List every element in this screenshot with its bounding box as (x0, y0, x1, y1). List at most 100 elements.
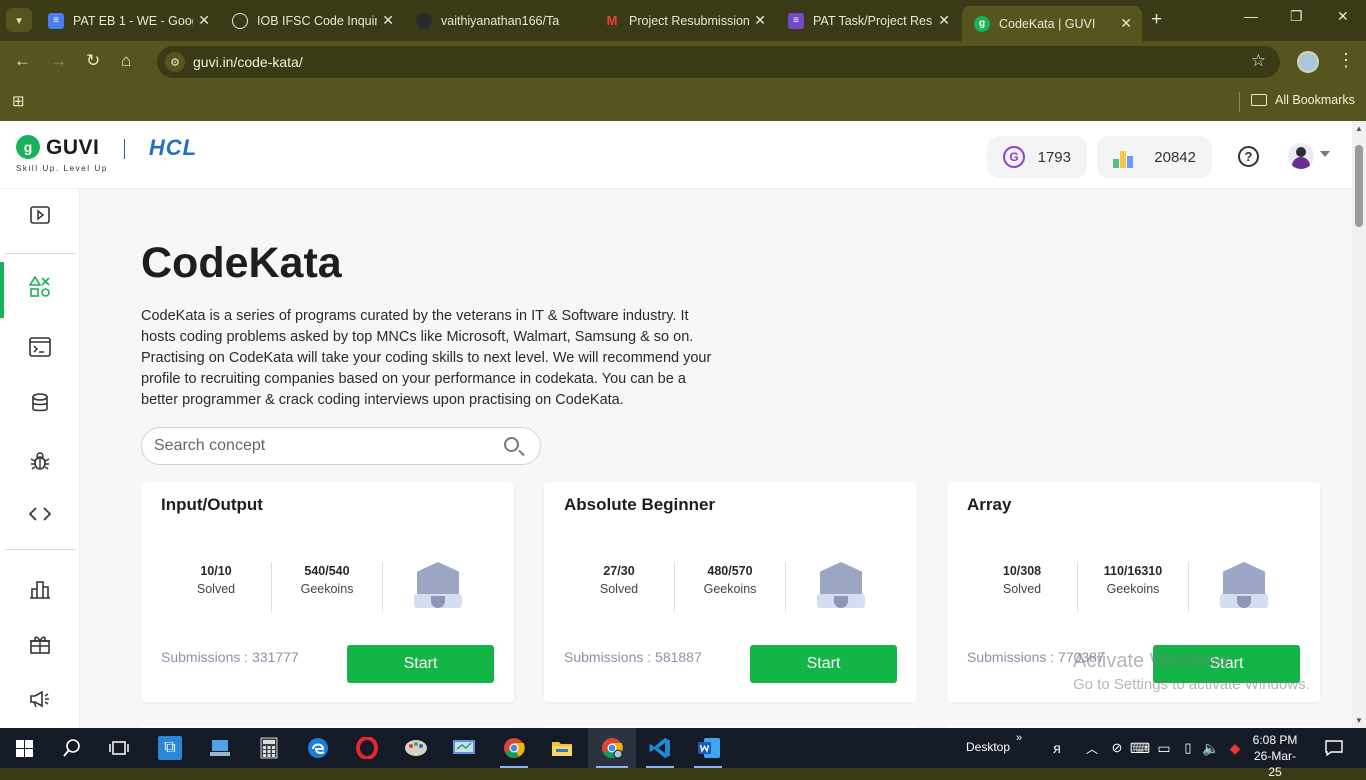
tab-codekata[interactable]: g CodeKata | GUVI ✕ (962, 6, 1142, 41)
tab-iob-ifsc[interactable]: IOB IFSC Code Inquiry ✕ (220, 6, 404, 35)
page-description: CodeKata is a series of programs curated… (141, 308, 712, 408)
main-content: CodeKata CodeKata is a series of program… (80, 189, 1352, 728)
people-icon[interactable]: ᴙ (1045, 736, 1069, 760)
vscode-icon[interactable] (648, 736, 672, 760)
help-icon[interactable]: ? (1238, 146, 1259, 167)
card-title: Absolute Beginner (564, 495, 716, 514)
url-text[interactable]: guvi.in/code-kata/ (193, 54, 303, 70)
scroll-down-arrow-icon[interactable]: ▼ (1355, 716, 1363, 725)
all-bookmarks-button[interactable]: All Bookmarks (1251, 93, 1355, 107)
close-icon[interactable]: ✕ (1120, 15, 1132, 32)
forward-icon[interactable]: → (50, 51, 67, 71)
geekoins-label: Geekoins (300, 582, 354, 596)
tab-search-button[interactable]: ▾ (6, 8, 32, 32)
system-clock[interactable]: 6:08 PM 26-Mar-25 (1249, 732, 1301, 780)
back-icon[interactable]: ← (14, 51, 31, 71)
chrome-profile-icon[interactable] (600, 736, 624, 760)
stat-divider (382, 562, 383, 612)
close-icon[interactable]: ✕ (198, 12, 210, 29)
calculator-icon[interactable] (257, 736, 281, 760)
close-icon[interactable]: ✕ (382, 12, 394, 29)
bookmark-star-icon[interactable]: ☆ (1251, 51, 1266, 71)
geekoins-stat: 480/570 Geekoins (675, 564, 785, 596)
geekoin-icon: G (1003, 146, 1025, 168)
keyboard-icon[interactable]: ⌨ (1128, 736, 1152, 760)
submissions-count: Submissions : 581887 (564, 649, 702, 665)
start-button[interactable]: Start (750, 645, 897, 683)
apps-grid-icon[interactable]: ⊞ (12, 92, 25, 110)
edge-icon[interactable] (306, 736, 330, 760)
sidebar-item-ide[interactable] (0, 322, 80, 372)
announcement-icon (30, 690, 49, 708)
minimize-button[interactable]: — (1244, 8, 1258, 24)
rank-value: 20842 (1154, 149, 1196, 166)
sidebar-item-courses[interactable] (0, 190, 80, 240)
address-bar[interactable]: ⚙ guvi.in/code-kata/ ☆ (157, 46, 1280, 78)
toolbar-expand-icon[interactable]: » (1016, 732, 1022, 744)
reload-icon[interactable]: ↻ (86, 51, 100, 71)
word-icon[interactable] (697, 736, 721, 760)
topic-card-absolute-beginner[interactable]: Absolute Beginner 27/30 Solved 480/570 G… (544, 482, 917, 702)
close-window-button[interactable]: ✕ (1337, 8, 1349, 25)
solved-stat: 10/10 Solved (161, 564, 271, 596)
solved-value: 10/10 (200, 564, 232, 578)
sidebar-item-leaderboard[interactable] (0, 564, 80, 614)
geekoins-label: Geekoins (1106, 582, 1160, 596)
sidebar-item-database[interactable] (0, 378, 80, 428)
code-icon (29, 507, 51, 521)
page-scrollbar[interactable]: ▲ ▼ (1352, 121, 1366, 728)
profile-avatar[interactable] (1297, 51, 1319, 73)
restore-button[interactable]: ❐ (1290, 8, 1303, 25)
sidebar-item-rewards[interactable] (0, 619, 80, 669)
scroll-up-arrow-icon[interactable]: ▲ (1355, 124, 1363, 133)
desktop-toolbar-label[interactable]: Desktop (966, 740, 1010, 754)
tab-project-resubmission[interactable]: M Project Resubmission ✕ (592, 6, 776, 35)
new-tab-button[interactable]: + (1151, 9, 1162, 31)
geekoins-pill[interactable]: G 1793 (987, 136, 1087, 178)
rank-pill[interactable]: 20842 (1097, 136, 1212, 178)
battery-icon[interactable]: ▯ (1176, 736, 1200, 760)
start-button[interactable]: Start (347, 645, 494, 683)
sidebar-item-debug[interactable] (0, 436, 80, 486)
remote-desktop-icon[interactable]: ⧉ (158, 736, 182, 760)
sidebar-item-code[interactable] (0, 489, 80, 539)
chevron-down-icon[interactable] (1320, 151, 1330, 157)
search-icon[interactable] (60, 736, 84, 760)
windows-start-icon[interactable] (12, 736, 36, 760)
topic-card-input-output[interactable]: Input/Output 10/10 Solved 540/540 Geekoi… (141, 482, 514, 702)
scroll-thumb[interactable] (1355, 145, 1363, 227)
antivirus-icon[interactable]: ◆ (1223, 736, 1247, 760)
task-view-icon[interactable] (107, 736, 131, 760)
sidebar-item-announcements[interactable] (0, 674, 80, 724)
paint-icon[interactable] (404, 736, 428, 760)
this-pc-icon[interactable] (208, 736, 232, 760)
menu-kebab-icon[interactable]: ⋮ (1337, 50, 1355, 71)
search-icon[interactable] (504, 437, 519, 452)
home-icon[interactable]: ⌂ (121, 51, 131, 71)
gift-icon (30, 636, 50, 654)
database-icon (32, 393, 48, 412)
tab-github[interactable]: vaithiyanathan166/Ta (404, 6, 588, 35)
network-warning-icon[interactable]: ⊘ (1105, 736, 1129, 760)
notification-icon[interactable] (1322, 736, 1346, 760)
site-info-icon[interactable]: ⚙ (165, 52, 185, 72)
solved-stat: 10/308 Solved (967, 564, 1077, 596)
card-title: Array (967, 495, 1012, 514)
page-viewport: g GUVI HCL Skill Up. Level Up G 1793 208… (0, 121, 1352, 728)
control-panel-icon[interactable] (452, 736, 476, 760)
search-input[interactable] (154, 436, 484, 456)
tab-pat-task[interactable]: ≡ PAT Task/Project Resu ✕ (776, 6, 960, 35)
display-icon[interactable]: ▭ (1152, 736, 1176, 760)
opera-icon[interactable] (355, 736, 379, 760)
chrome-icon[interactable] (502, 736, 526, 760)
tab-pat-eb[interactable]: ≡ PAT EB 1 - WE - Goog ✕ (36, 6, 220, 35)
volume-icon[interactable]: 🔈 (1199, 736, 1223, 760)
user-avatar[interactable] (1288, 143, 1314, 169)
chevron-up-icon[interactable]: ︿ (1080, 736, 1104, 760)
terminal-icon (29, 337, 51, 357)
sidebar-item-codekata[interactable] (0, 262, 80, 318)
search-concept-field[interactable] (141, 427, 541, 465)
file-explorer-icon[interactable] (550, 736, 574, 760)
close-icon[interactable]: ✕ (754, 12, 766, 29)
close-icon[interactable]: ✕ (938, 12, 950, 29)
